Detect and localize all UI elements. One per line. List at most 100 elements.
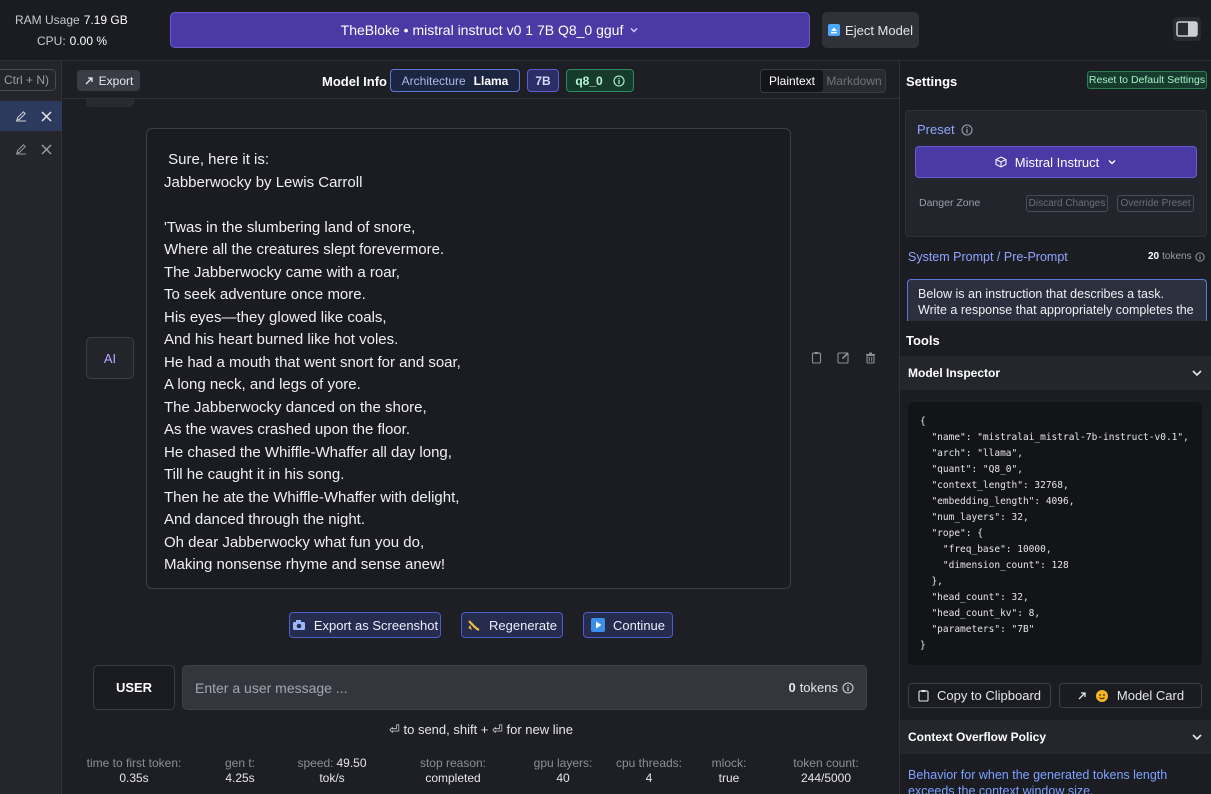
system-prompt-token-count: 20 tokens [1148,251,1205,262]
stat-value: 0.35s [119,771,149,785]
chevron-down-icon [629,25,639,35]
chat-sidebar [0,61,62,794]
export-screenshot-label: Export as Screenshot [313,617,439,633]
stat-label: token count: [793,756,859,770]
export-button[interactable]: Export [77,70,140,91]
message-input[interactable]: Enter a user message ... 0 tokens [182,665,867,710]
regenerate-label: Regenerate [489,617,557,633]
message-line: A long neck, and legs of yore. [164,376,361,393]
close-icon[interactable] [41,143,52,155]
regenerate-button[interactable]: Regenerate [461,612,563,638]
danger-zone-label: Danger Zone [919,197,981,209]
export-icon [84,76,94,86]
eject-icon [828,24,841,36]
cpu-label: CPU: [37,34,66,48]
message-line [164,194,773,217]
info-icon[interactable] [961,123,973,136]
close-icon[interactable] [41,110,52,122]
context-overflow-description: Behavior for when the generated tokens l… [908,768,1168,794]
panel-toggle-icon[interactable] [1173,17,1201,41]
copy-to-clipboard-label: Copy to Clipboard [936,688,1042,703]
message-line: Where all the creatures slept forevermor… [164,241,445,258]
input-token-value: 0 [788,680,796,695]
preset-selector[interactable]: Mistral Instruct [915,146,1197,178]
chevron-down-icon [1107,157,1117,167]
reset-settings-button[interactable]: Reset to Default Settings [1087,71,1207,89]
assistant-message[interactable]: Sure, here it is: Jabberwocky by Lewis Ca… [146,128,791,589]
cpu-usage: CPU: 0.00 % [37,34,107,48]
info-icon[interactable] [613,74,625,87]
play-icon [590,618,605,632]
preset-value: Mistral Instruct [1014,154,1100,170]
stat-label-row: speed: 49.50 [272,756,392,771]
settings-title: Settings [906,74,958,89]
preset-label-row: Preset [917,122,973,137]
size-badge: 7B [527,69,559,92]
system-prompt-input[interactable]: Below is an instruction that describes a… [907,279,1207,321]
chat-item-active[interactable] [0,101,62,131]
architecture-value: Llama [473,73,509,88]
context-overflow-title: Context Overflow Policy [908,730,1047,744]
send-hint: ⏎ to send, shift + ⏎ for new line [388,722,573,737]
chevron-down-icon [1191,367,1203,379]
export-screenshot-button[interactable]: Export as Screenshot [289,612,441,638]
ai-role-badge[interactable]: AI [86,337,134,379]
model-inspector-title: Model Inspector [908,366,1001,380]
stat-value: completed [425,771,481,785]
stat-label: time to first token: [86,756,182,770]
message-line: He chased the Whiffle-Whaffer all day lo… [164,443,452,461]
trash-icon[interactable] [864,351,877,364]
model-inspector-header[interactable]: Model Inspector [900,356,1211,390]
model-selector[interactable]: TheBloke • mistral instruct v0 1 7B Q8_0… [170,12,810,48]
model-card-button[interactable]: Model Card [1059,683,1202,708]
info-icon[interactable] [842,681,854,694]
input-token-count: 0 tokens [788,680,854,695]
message-text: Sure, here it is: Jabberwocky by Lewis Ca… [164,149,773,577]
context-overflow-header[interactable]: Context Overflow Policy [900,720,1211,754]
copy-to-clipboard-button[interactable]: Copy to Clipboard [908,683,1051,708]
new-chat-shortcut[interactable]: Ctrl + N) [0,69,56,91]
user-role-badge[interactable]: USER [93,665,175,710]
chat-item[interactable] [0,134,62,164]
quant-badge[interactable]: q8_0 [566,69,634,92]
eject-label: Eject Model [845,22,913,38]
stat-label: stop reason: [419,756,487,770]
discard-changes-button[interactable]: Discard Changes [1026,195,1108,212]
format-toggle: Plaintext Markdown [760,69,886,93]
message-actions [810,351,877,364]
continue-button[interactable]: Continue [583,612,673,638]
model-selector-label: TheBloke • mistral instruct v0 1 7B Q8_0… [340,22,624,38]
system-prompt-label[interactable]: System Prompt / Pre-Prompt [908,250,1068,264]
format-option-markdown[interactable]: Markdown [823,70,885,92]
eject-model-button[interactable]: Eject Model [822,12,919,48]
cube-icon [995,156,1007,168]
architecture-badge: Architecture Llama [390,69,520,92]
regenerate-icon [467,619,481,632]
hugging-face-icon [1095,689,1109,703]
message-line: Sure, here it is: [164,151,270,168]
clipboard-icon [918,689,929,702]
format-option-plaintext[interactable]: Plaintext [761,70,823,92]
message-input-placeholder: Enter a user message ... [195,679,348,696]
stat-item: stop reason: completed [393,756,513,786]
message-line: And danced through the night. [164,511,365,528]
continue-label: Continue [612,617,666,633]
override-preset-button[interactable]: Override Preset [1117,195,1194,212]
copy-icon[interactable] [810,351,823,364]
system-prompt-token-label: tokens [1162,251,1192,262]
camera-icon [292,619,306,631]
message-line: The Jabberwocky came with a roar, [164,263,400,281]
pencil-icon[interactable] [15,110,27,122]
message-line: As the waves crashed upon the floor. [164,421,410,438]
edit-icon[interactable] [837,351,850,364]
stat-label: speed: [297,756,334,770]
info-icon[interactable] [1194,251,1205,262]
pencil-icon[interactable] [15,143,27,155]
export-label: Export [98,73,134,88]
message-line: Till he caught it in his song. [164,466,345,483]
message-line: His eyes—they glowed like coals, [164,308,387,326]
message-line: And his heart burned like hot voles. [164,331,399,348]
cpu-value: 0.00 % [69,34,108,48]
message-line: Oh dear Jabberwocky what fun you do, [164,533,425,551]
ram-usage: RAM Usage 7.19 GB [15,13,128,27]
